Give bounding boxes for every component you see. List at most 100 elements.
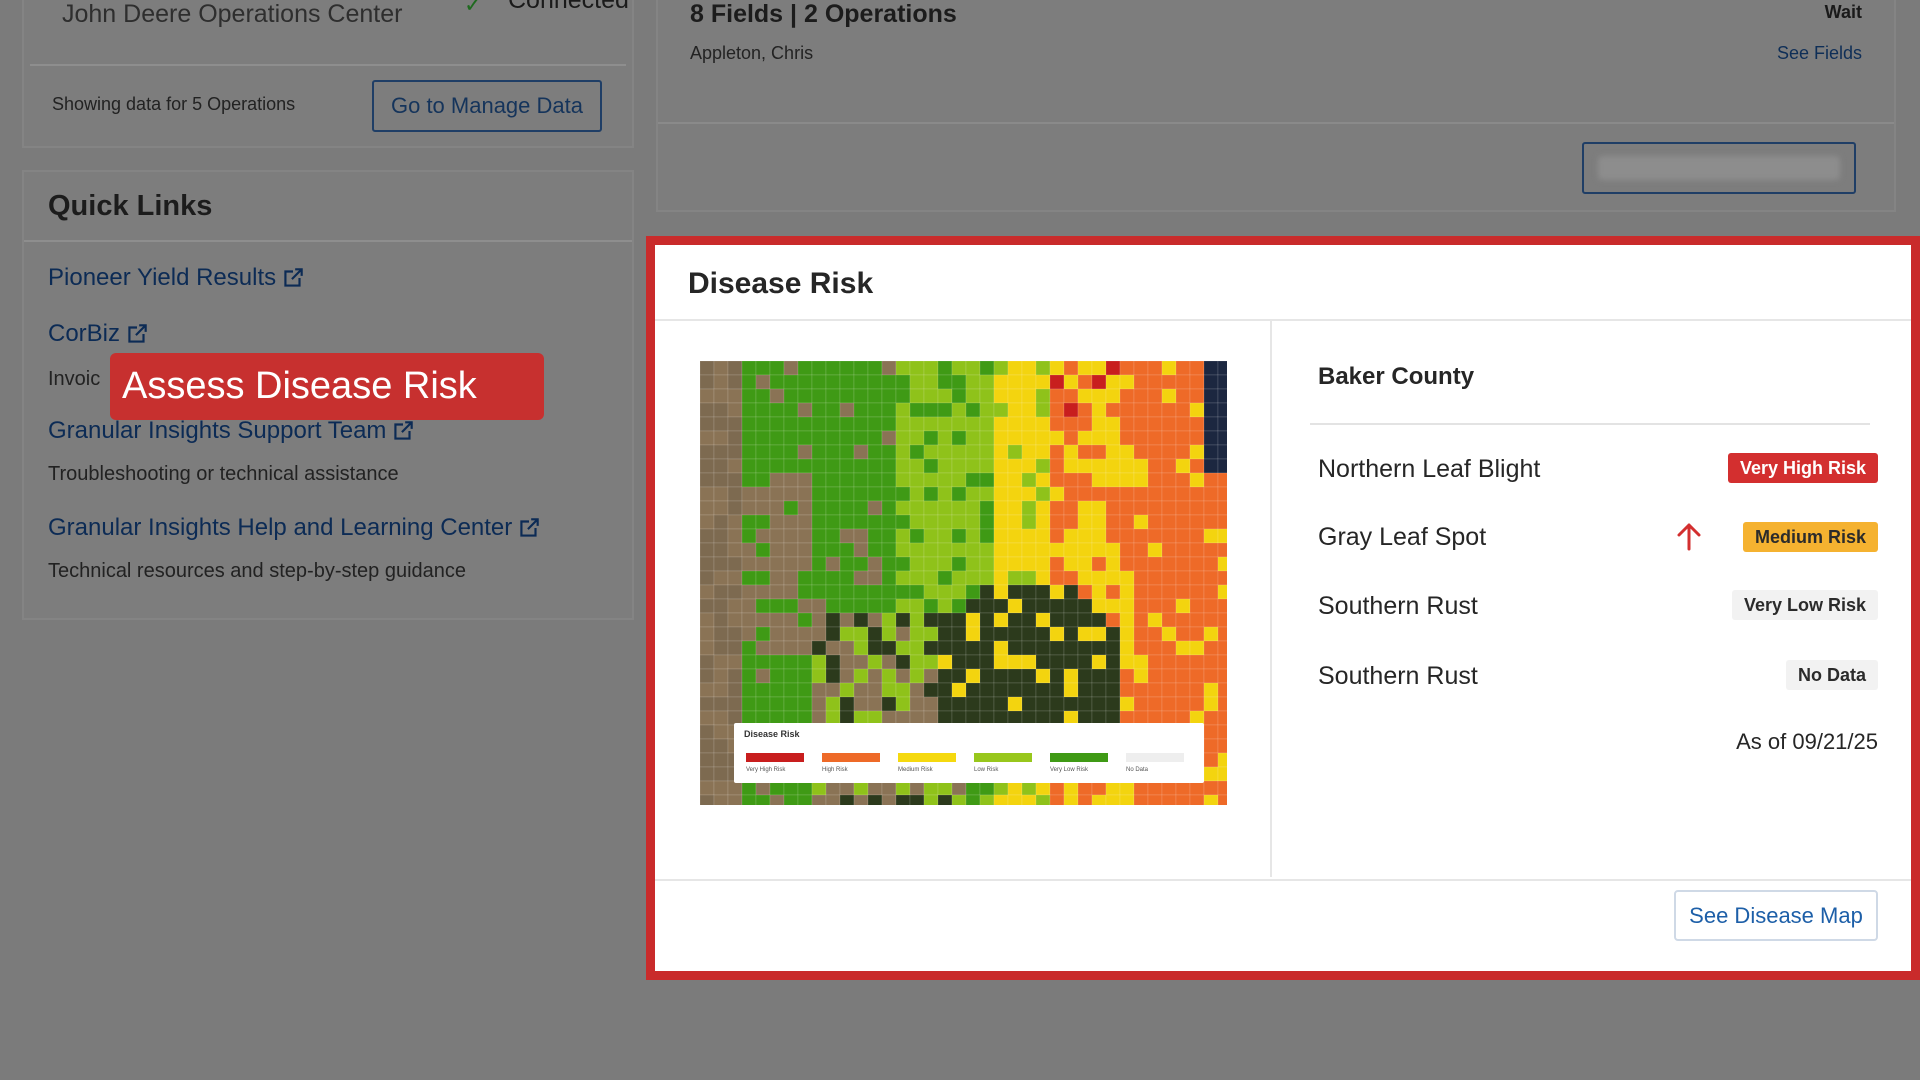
map-county-cell xyxy=(825,388,841,404)
map-county-cell xyxy=(853,556,869,572)
map-county-cell xyxy=(1217,640,1227,656)
map-county-cell xyxy=(825,361,841,376)
map-county-cell xyxy=(1049,584,1065,600)
map-county-cell xyxy=(1119,542,1135,558)
map-county-cell xyxy=(1147,500,1163,516)
map-county-cell xyxy=(979,612,995,628)
map-county-cell xyxy=(741,668,757,684)
map-county-cell xyxy=(741,402,757,418)
map-county-cell xyxy=(881,640,897,656)
map-county-cell xyxy=(839,472,855,488)
map-county-cell xyxy=(769,570,785,586)
map-county-cell xyxy=(1203,402,1219,418)
legend-swatch xyxy=(898,753,956,762)
map-county-cell xyxy=(727,598,743,614)
map-county-cell xyxy=(993,500,1009,516)
map-county-cell xyxy=(1007,430,1023,446)
map-county-cell xyxy=(1217,584,1227,600)
disease-risk-highlight: Disease Risk Disease Risk Very High Risk… xyxy=(646,236,1920,980)
map-county-cell xyxy=(1175,514,1191,530)
map-county-cell xyxy=(1063,598,1079,614)
map-county-cell xyxy=(713,710,729,726)
legend-label: High Risk xyxy=(822,767,848,773)
map-county-cell xyxy=(1007,486,1023,502)
map-county-cell xyxy=(979,584,995,600)
map-county-cell xyxy=(727,542,743,558)
map-county-cell xyxy=(1175,612,1191,628)
map-county-cell xyxy=(1175,430,1191,446)
blurred-button[interactable] xyxy=(1582,142,1856,194)
quick-link-corbiz[interactable]: CorBiz xyxy=(48,320,150,348)
map-county-cell xyxy=(769,696,785,712)
map-county-cell xyxy=(979,458,995,474)
map-county-cell xyxy=(727,458,743,474)
map-county-cell xyxy=(755,682,771,698)
map-county-cell xyxy=(937,626,953,642)
map-county-cell xyxy=(1203,361,1219,376)
divider xyxy=(30,64,626,66)
map-county-cell xyxy=(1175,528,1191,544)
map-county-cell xyxy=(1007,528,1023,544)
map-county-cell xyxy=(853,570,869,586)
map-county-cell xyxy=(1189,626,1205,642)
map-county-cell xyxy=(839,361,855,376)
disease-risk-map[interactable]: Disease Risk Very High Risk High Risk Medi… xyxy=(700,361,1227,805)
map-county-cell xyxy=(1035,416,1051,432)
map-county-cell xyxy=(979,668,995,684)
map-county-cell xyxy=(797,444,813,460)
map-county-cell xyxy=(1049,682,1065,698)
see-disease-map-button[interactable]: See Disease Map xyxy=(1674,890,1878,941)
map-county-cell xyxy=(700,388,715,404)
map-county-cell xyxy=(1203,458,1219,474)
map-county-cell xyxy=(1049,556,1065,572)
map-county-cell xyxy=(979,542,995,558)
map-county-cell xyxy=(1105,472,1121,488)
map-county-cell xyxy=(923,444,939,460)
legend-label: Low Risk xyxy=(974,767,999,773)
map-county-cell xyxy=(783,780,799,796)
map-county-cell xyxy=(713,514,729,530)
map-county-cell xyxy=(839,682,855,698)
map-county-cell xyxy=(700,696,715,712)
map-county-cell xyxy=(867,430,883,446)
external-link-icon xyxy=(128,324,147,343)
map-county-cell xyxy=(1217,724,1227,740)
map-county-cell xyxy=(867,500,883,516)
map-county-cell xyxy=(951,640,967,656)
map-county-cell xyxy=(1217,570,1227,586)
map-county-cell xyxy=(811,794,827,805)
map-county-cell xyxy=(923,570,939,586)
map-county-cell xyxy=(1063,682,1079,698)
map-county-cell xyxy=(1217,528,1227,544)
map-county-cell xyxy=(1021,514,1037,530)
map-county-cell xyxy=(937,682,953,698)
map-county-cell xyxy=(1203,556,1219,572)
map-county-cell xyxy=(1035,486,1051,502)
map-county-cell xyxy=(839,556,855,572)
map-county-cell xyxy=(1035,668,1051,684)
map-county-cell xyxy=(1217,388,1227,404)
quick-link-help-center[interactable]: Granular Insights Help and Learning Cent… xyxy=(48,514,542,542)
map-county-cell xyxy=(965,612,981,628)
map-county-cell xyxy=(979,556,995,572)
map-county-cell xyxy=(713,626,729,642)
map-county-cell xyxy=(923,668,939,684)
map-county-cell xyxy=(993,612,1009,628)
map-county-cell xyxy=(1007,542,1023,558)
map-county-cell xyxy=(727,388,743,404)
map-county-cell xyxy=(727,416,743,432)
map-county-cell xyxy=(965,654,981,670)
map-county-cell xyxy=(993,668,1009,684)
divider xyxy=(655,879,1911,881)
manage-data-button[interactable]: Go to Manage Data xyxy=(372,80,602,132)
map-county-cell xyxy=(1133,444,1149,460)
map-county-cell xyxy=(1217,626,1227,642)
map-county-cell xyxy=(881,696,897,712)
quick-link-pioneer-yield[interactable]: Pioneer Yield Results xyxy=(48,264,306,292)
quick-link-support-team[interactable]: Granular Insights Support Team xyxy=(48,417,416,445)
map-county-cell xyxy=(993,416,1009,432)
map-county-cell xyxy=(1091,794,1107,805)
map-county-cell xyxy=(979,500,995,516)
map-county-cell xyxy=(700,794,715,805)
see-fields-link[interactable]: See Fields xyxy=(1777,43,1862,64)
